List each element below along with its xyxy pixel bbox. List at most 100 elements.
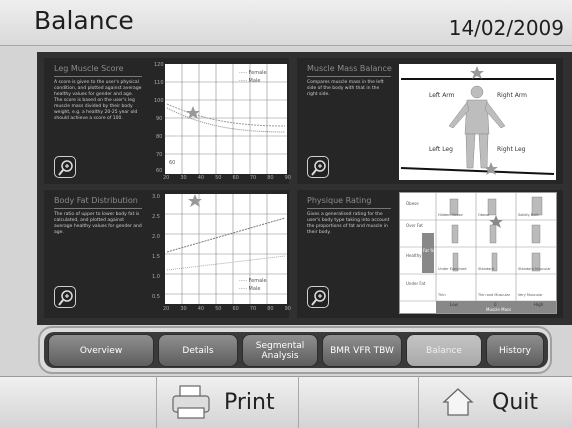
tab-balance[interactable]: Balance [406,334,482,367]
inner-label: 60 [169,160,176,166]
x-tick: 50 [215,306,222,312]
x-label: High [534,302,544,307]
y-tick: 110 [154,80,164,86]
x-tick: 30 [180,306,187,312]
cell-label: Standard Muscular [518,267,551,271]
right-leg-label: Right Leg [497,146,526,153]
header-bar: Balance 14/02/2009 [0,0,572,46]
x-tick: 40 [197,175,205,181]
body-fat-panel: Body Fat Distribution The ratio of upper… [44,190,291,318]
row-label: Healthy [406,253,422,258]
muscle-balance-panel: Muscle Mass Balance Compares muscle mass… [297,58,563,184]
divider [307,76,391,77]
date-label: 14/02/2009 [448,16,564,40]
body-balance-figure: Left Arm Right Arm Left Leg Right Leg [399,64,556,180]
legend-female-label: Female [248,70,267,76]
legend-female: ····· Female [239,70,267,76]
row-label: Over Fat [406,223,423,228]
muscle-balance-title: Muscle Mass Balance [307,64,392,73]
cell-label: Solidly Built [518,213,539,217]
zoom-button-physique[interactable] [307,286,329,308]
zoom-button-muscle[interactable] [307,156,329,178]
user-marker-star [188,194,202,207]
tab-bar: Overview Details Segmental Analysis BMR … [44,332,548,368]
leg-muscle-panel: Leg Muscle Score A score is given to the… [44,58,291,184]
row-label: Obese [406,201,419,206]
divider [54,76,142,77]
cell-label: Obese [478,213,490,217]
tab-overview[interactable]: Overview [48,334,154,367]
print-button[interactable]: Print [170,380,290,424]
physique-grid: Obese Over Fat Healthy Under Fat Fat % H… [399,192,557,314]
cell-label: Very Muscular [518,293,543,297]
leg-muscle-chart: ····· Female ····· Male 60 [165,64,287,174]
y-tick: 80 [156,134,163,140]
y-tick: 60 [156,168,163,174]
body-fat-chart: ····· Female ····· Male [165,194,287,304]
x-tick: 60 [232,306,239,312]
y-tick: 100 [154,98,164,104]
x-tick: 70 [249,175,257,181]
x-tick: 30 [180,175,187,181]
fat-axis-label: Fat % [423,248,435,253]
body-fat-title: Body Fat Distribution [54,196,138,205]
quit-label: Quit [492,389,538,415]
cell-label: Standard [478,267,494,271]
muscle-axis-label: Muscle Mass [486,307,512,312]
x-tick: 90 [284,306,291,312]
legend-male: ····· Male [239,286,261,292]
divider [298,376,299,428]
legend-female: ····· Female [239,278,267,284]
physique-title: Physique Rating [307,196,372,205]
x-tick: 20 [163,175,170,181]
tab-segmental-analysis[interactable]: Segmental Analysis [242,334,318,367]
y-tick: 2.0 [152,234,160,240]
tab-history[interactable]: History [486,334,544,367]
x-axis-ticks: 20 30 40 50 60 70 80 90 [163,306,291,312]
y-tick: 2.5 [152,214,160,220]
tab-bmr-vfr-tbw[interactable]: BMR VFR TBW [322,334,402,367]
cell-label: Thin [438,293,446,297]
zoom-in-icon [311,160,326,176]
marker-star-top [470,66,484,79]
physique-panel: Physique Rating Gives a generalised rati… [297,190,563,318]
x-tick: 20 [163,306,170,312]
screen: Balance 14/02/2009 Leg Muscle Score A sc… [0,0,572,428]
body-fat-description: The ratio of upper to lower body fat is … [54,212,142,235]
y-tick: 90 [156,116,163,122]
legend-male-label: Male [248,286,261,292]
page-title: Balance [34,6,134,35]
x-tick: 80 [267,175,274,181]
tab-details[interactable]: Details [158,334,238,367]
printer-icon [172,385,210,419]
fat-chart-svg [165,194,287,304]
y-tick: 1.0 [152,274,160,280]
zoom-button-leg[interactable] [54,156,76,178]
cell-label: Thin and Muscular [478,293,511,297]
legend-male: ····· Male [239,78,261,84]
physique-description: Gives a generalised rating for the user'… [307,212,390,235]
y-tick: 70 [156,152,163,158]
divider [418,376,419,428]
body-silhouette [400,66,555,175]
y-tick: 1.5 [152,254,160,260]
divider [54,208,142,209]
right-arm-label: Right Arm [497,92,528,99]
y-tick: 120 [154,62,164,68]
cell-label: Hidden Obese [438,213,463,217]
leg-muscle-description: A score is given to the user's physical … [54,80,142,121]
print-label: Print [224,389,275,415]
zoom-in-icon [58,290,73,306]
leg-muscle-title: Leg Muscle Score [54,64,124,73]
x-tick: 50 [215,175,222,181]
balance-panel: Leg Muscle Score A score is given to the… [37,52,572,325]
zoom-in-icon [58,160,73,176]
zoom-button-fat[interactable] [54,286,76,308]
legend-female-label: Female [248,278,267,284]
left-leg-label: Left Leg [429,146,453,153]
row-label: Under Fat [406,281,426,286]
left-arm-label: Left Arm [429,92,455,99]
x-tick: 80 [267,306,274,312]
quit-button[interactable]: Quit [440,380,568,424]
leg-chart-svg [165,64,287,174]
